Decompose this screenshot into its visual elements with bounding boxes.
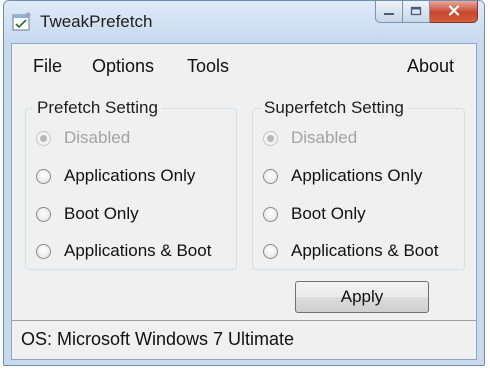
app-icon [12,12,32,32]
prefetch-option-applications-boot[interactable]: Applications & Boot [36,239,211,263]
maximize-button[interactable] [403,1,430,23]
prefetch-group-title: Prefetch Setting [34,98,161,118]
prefetch-applications-only-radio[interactable] [36,168,51,184]
main-window: TweakPrefetch File Options Tools About P… [3,0,485,366]
caption-buttons [375,1,478,25]
prefetch-option-boot-only[interactable]: Boot Only [36,202,139,226]
maximize-icon [410,3,422,21]
superfetch-option-applications-only[interactable]: Applications Only [263,164,422,188]
superfetch-boot-only-label[interactable]: Boot Only [291,204,366,224]
menu-tools[interactable]: Tools [187,56,229,77]
client-area: File Options Tools About Prefetch Settin… [11,43,477,360]
menu-file[interactable]: File [33,56,62,77]
close-button[interactable] [430,1,478,23]
prefetch-disabled-label: Disabled [64,128,131,147]
superfetch-option-boot-only[interactable]: Boot Only [263,202,366,226]
superfetch-applications-only-label[interactable]: Applications Only [291,166,422,186]
close-icon [448,3,460,21]
prefetch-boot-only-radio[interactable] [36,206,51,222]
menu-options[interactable]: Options [92,56,154,77]
superfetch-applications-only-radio[interactable] [263,168,278,184]
os-status-text: OS: Microsoft Windows 7 Ultimate [21,329,295,349]
superfetch-boot-only-radio[interactable] [263,206,278,222]
window-title: TweakPrefetch [40,12,153,31]
superfetch-option-applications-boot[interactable]: Applications & Boot [263,239,438,263]
prefetch-applications-only-label[interactable]: Applications Only [64,166,195,186]
superfetch-applications-boot-label[interactable]: Applications & Boot [291,241,438,261]
prefetch-disabled-radio [36,130,51,146]
title-bar[interactable]: TweakPrefetch [4,1,484,43]
prefetch-applications-boot-label[interactable]: Applications & Boot [64,241,211,261]
status-bar: OS: Microsoft Windows 7 Ultimate [12,320,476,359]
superfetch-disabled-label: Disabled [291,128,358,147]
superfetch-group-title: Superfetch Setting [261,98,407,118]
minimize-icon [383,3,395,21]
prefetch-group: Prefetch Setting Disabled Applications O… [25,98,237,270]
superfetch-disabled-radio [263,130,278,146]
superfetch-group: Superfetch Setting Disabled Applications… [252,98,465,270]
superfetch-option-disabled: Disabled [263,126,357,150]
prefetch-applications-boot-radio[interactable] [36,243,51,259]
menu-bar: File Options Tools About [12,44,476,84]
prefetch-option-disabled: Disabled [36,126,130,150]
superfetch-applications-boot-radio[interactable] [263,243,278,259]
minimize-button[interactable] [375,1,403,23]
apply-button[interactable]: Apply [295,281,429,313]
menu-about[interactable]: About [407,56,454,77]
prefetch-boot-only-label[interactable]: Boot Only [64,204,139,224]
prefetch-option-applications-only[interactable]: Applications Only [36,164,195,188]
